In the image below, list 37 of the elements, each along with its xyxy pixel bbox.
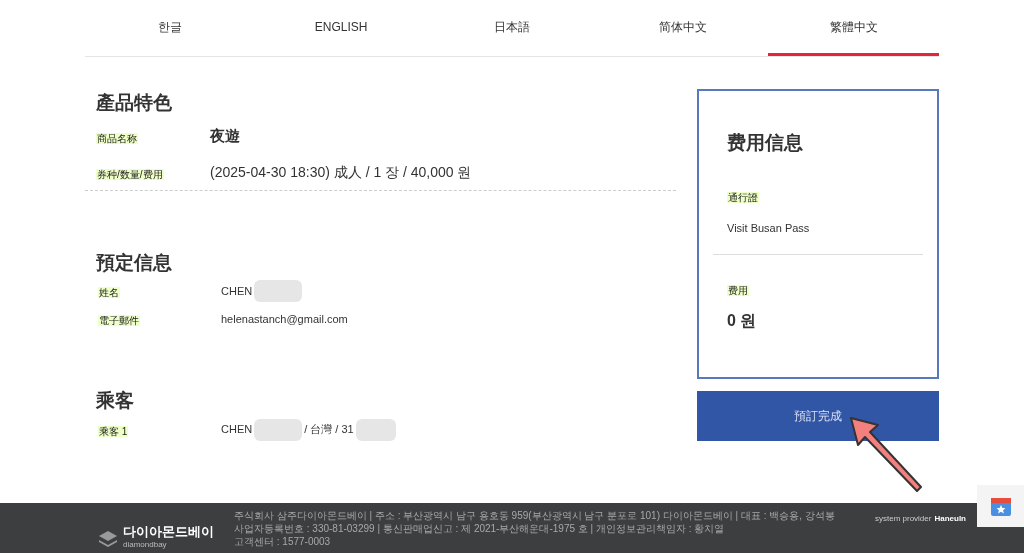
field-value: / 台灣 / 31 (304, 422, 354, 438)
logo-subtext: diamondbay (123, 539, 168, 551)
section-title: 產品特色 (96, 91, 173, 115)
logo-icon (97, 528, 119, 548)
company-info: 사업자등록번호 : 330-81-03299 | 통신판매업신고 : 제 2021-부산해운대-1975 호 | 개인정보관리책임자 : 황치열 (234, 522, 726, 535)
blurred-text (355, 418, 396, 441)
company-info: 고객센터 : 1577-0003 (234, 535, 332, 548)
field-value: helenastanch@gmail.com (221, 311, 348, 327)
language-tab[interactable]: 简体中文 (597, 0, 769, 56)
field-label: 電子郵件 (98, 315, 140, 326)
company-info: 주식회사 삼주다이아몬드베이 | 주소 : 부산광역시 남구 용호동 959(부산광역시 남구 분포로 101) 다이아몬드베이 | 대표 : 백승용, 강석봉 (234, 509, 834, 522)
field-value: (2025-04-30 18:30) 成人 / 1 장 / 40,000 원 (210, 163, 472, 182)
language-tab[interactable]: 한글 (85, 0, 256, 56)
calendar-button[interactable] (977, 485, 1024, 527)
complete-booking-button[interactable]: 預訂完成 (697, 391, 939, 441)
field-label: 费用 (727, 285, 749, 296)
blurred-text (254, 280, 303, 302)
section-title: 乘客 (96, 389, 135, 413)
provider-label: system provider (874, 513, 932, 525)
card-title: 费用信息 (726, 131, 804, 155)
field-label: 通行證 (727, 191, 759, 203)
field-value: CHEN (221, 283, 253, 299)
field-label: 券种/数量/费用 (96, 168, 164, 180)
provider-name: Haneuln (934, 513, 966, 525)
language-tab[interactable]: ENGLISH (255, 0, 427, 56)
logo-text: 다이아몬드베이 (123, 525, 214, 538)
section-title: 預定信息 (96, 250, 173, 275)
field-value: CHEN (221, 422, 253, 438)
field-value: 夜遊 (210, 126, 240, 147)
field-label: 姓名 (98, 287, 120, 298)
fee-amount: 0 원 (726, 311, 758, 331)
language-tab[interactable]: 繁體中文 (768, 0, 939, 56)
pass-name: Visit Busan Pass (726, 220, 811, 236)
blurred-text (254, 418, 303, 441)
field-label: 乘客 1 (98, 425, 129, 437)
field-label: 商品名称 (96, 132, 138, 144)
language-tab[interactable]: 日本語 (426, 0, 598, 56)
